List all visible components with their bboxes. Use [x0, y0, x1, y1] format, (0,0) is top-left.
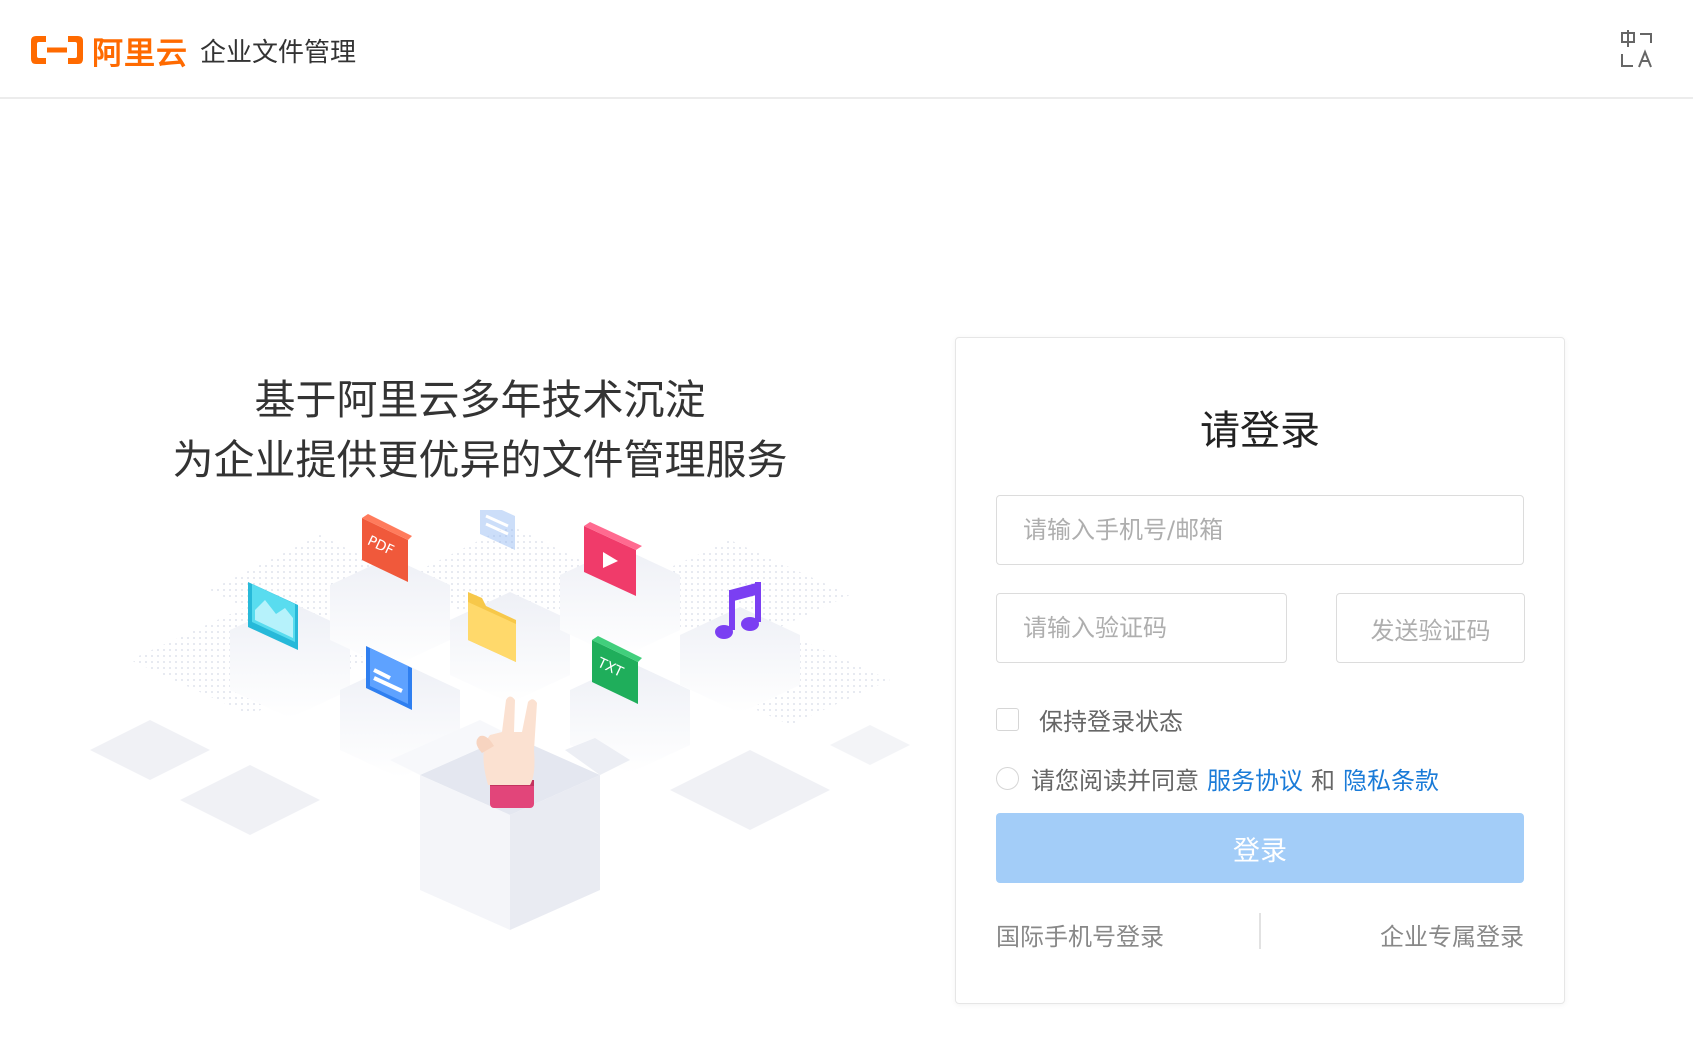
aliyun-logo[interactable]: 阿里云 企业文件管理 — [28, 30, 357, 72]
remember-login[interactable]: 保持登录状态 — [996, 704, 1183, 736]
login-title: 请登录 — [1200, 408, 1320, 454]
brand-name: 阿里云 — [92, 35, 188, 72]
product-name: 企业文件管理 — [200, 37, 357, 68]
verification-code-input[interactable] — [996, 593, 1287, 663]
service-agreement-link[interactable]: 服务协议 — [1207, 761, 1303, 796]
slogan-line-2: 为企业提供更优异的文件管理服务 — [172, 436, 788, 484]
login-card: 请登录 发送验证码 保持登录状态 请您阅读并同意 服务协议 和 隐私条款 登录 … — [955, 337, 1565, 1004]
file-management-illustration: PDF TXT — [90, 510, 910, 930]
privacy-policy-link[interactable]: 隐私条款 — [1343, 761, 1439, 796]
hero-slogan: 基于阿里云多年技术沉淀 为企业提供更优异的文件管理服务 — [100, 370, 860, 490]
remember-checkbox[interactable] — [996, 707, 1019, 731]
remember-label: 保持登录状态 — [1039, 707, 1183, 736]
account-input[interactable] — [996, 495, 1524, 565]
agreement-row: 请您阅读并同意 服务协议 和 隐私条款 — [996, 761, 1439, 796]
agreement-prefix: 请您阅读并同意 — [1031, 766, 1199, 795]
aliyun-logo-icon — [31, 36, 83, 64]
login-button[interactable]: 登录 — [996, 813, 1524, 883]
agreement-radio[interactable] — [996, 766, 1019, 790]
top-header: 阿里云 企业文件管理 — [0, 0, 1693, 99]
send-code-button[interactable]: 发送验证码 — [1336, 593, 1525, 663]
alternate-login-links: 国际手机号登录 企业专属登录 — [996, 913, 1524, 953]
link-divider — [1259, 913, 1261, 949]
language-switch-icon[interactable] — [1617, 30, 1657, 70]
enterprise-login-link[interactable]: 企业专属登录 — [1380, 917, 1524, 952]
international-phone-login-link[interactable]: 国际手机号登录 — [996, 917, 1164, 952]
slogan-line-1: 基于阿里云多年技术沉淀 — [254, 376, 706, 424]
agreement-and: 和 — [1311, 766, 1335, 795]
